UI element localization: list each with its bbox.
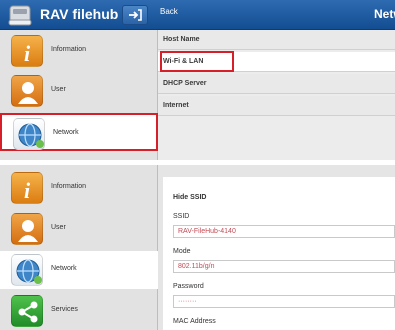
password-label: Password [173,283,204,290]
password-value: ········ [178,298,197,305]
page-title: Network [374,7,395,21]
menu-row-dhcp-server[interactable]: DHCP Server [158,74,395,94]
mac-address-label: MAC Address [173,318,216,325]
user-icon [11,213,43,245]
sidebar-item-label: Network [51,265,77,272]
wifi-lan-highlight [160,51,234,72]
info-icon: i [11,35,43,67]
sidebar-item-information[interactable]: i Information [0,169,158,207]
svg-text:i: i [24,178,31,203]
sidebar-item-network[interactable]: Network [0,113,158,151]
password-input[interactable]: ········ [173,295,395,308]
network-icon [11,254,43,286]
sidebar-item-label: Information [51,183,87,190]
sidebar-bottom: i Information User Network Services [0,165,158,330]
network-menu: Host Name Wi-Fi & LAN DHCP Server Intern… [158,30,395,160]
sidebar-item-label: User [51,86,66,93]
ssid-value: RAV-FileHub-4140 [178,228,236,235]
info-icon: i [11,172,43,204]
user-icon [11,75,43,107]
mode-select[interactable]: 802.11b/g/n [173,260,395,273]
mode-value: 802.11b/g/n [178,263,215,270]
sidebar-item-information[interactable]: i Information [0,32,158,70]
sidebar-item-label: Information [51,46,87,53]
sidebar-top: i Information User Network [0,30,158,160]
menu-row-host-name[interactable]: Host Name [158,30,395,50]
logout-icon [129,9,142,21]
network-icon [13,118,45,150]
svg-text:i: i [24,41,31,66]
menu-row-label: Internet [163,102,189,109]
app-header: RAV filehub Back Network [0,0,395,30]
wifi-settings-panel: Hide SSID SSID RAV-FileHub-4140 Mode 802… [158,165,395,330]
wifi-form: Hide SSID SSID RAV-FileHub-4140 Mode 802… [163,177,395,330]
back-button[interactable]: Back [160,7,178,16]
share-icon [11,295,43,327]
menu-row-label: DHCP Server [163,80,207,87]
sidebar-item-label: Network [53,129,79,136]
screenshot-root: RAV filehub Back Network i Information U… [0,0,395,330]
sidebar-item-user[interactable]: User [0,72,158,110]
ssid-input[interactable]: RAV-FileHub-4140 [173,225,395,238]
ssid-label: SSID [173,213,190,220]
sidebar-item-network[interactable]: Network [0,251,158,289]
menu-row-label: Host Name [163,36,200,43]
sidebar-item-services[interactable]: Services [0,292,158,330]
filehub-logo-icon [7,2,33,28]
app-title: RAV filehub [40,6,119,22]
menu-row-internet[interactable]: Internet [158,96,395,116]
hide-ssid-label: Hide SSID [173,194,207,201]
logout-button[interactable] [122,5,148,25]
sidebar-item-label: Services [51,306,78,313]
sidebar-item-user[interactable]: User [0,210,158,248]
mode-label: Mode [173,248,191,255]
sidebar-item-label: User [51,224,66,231]
